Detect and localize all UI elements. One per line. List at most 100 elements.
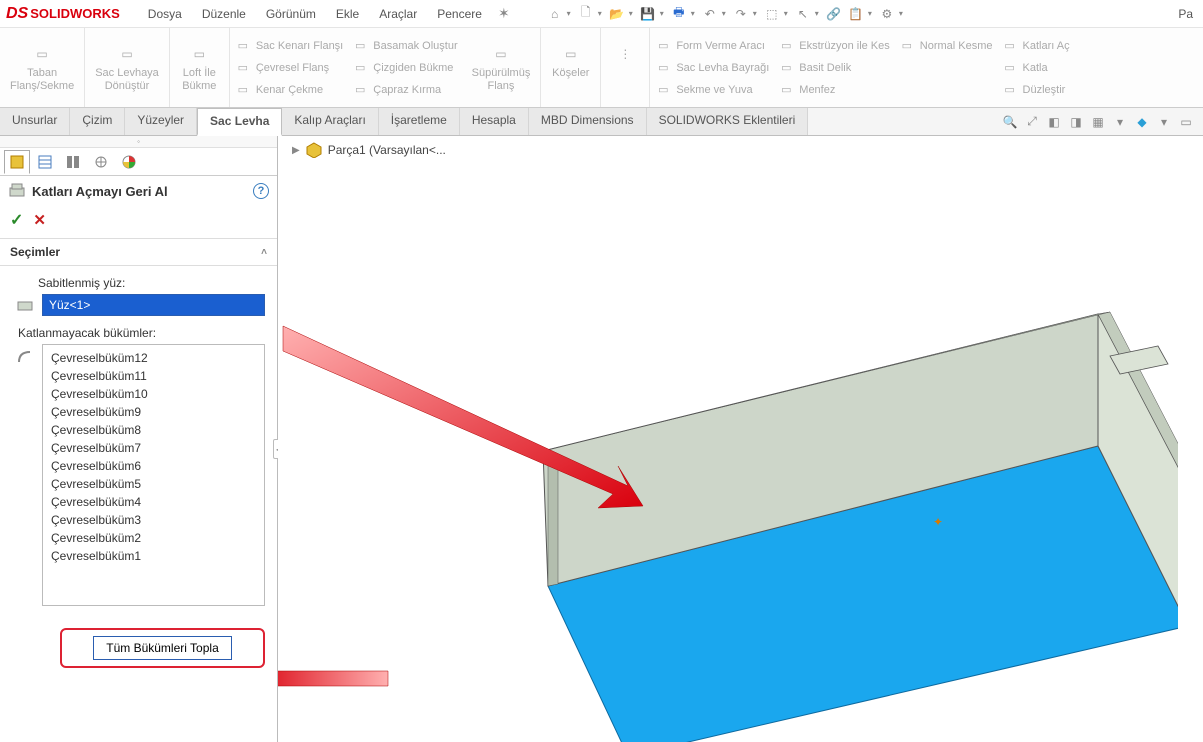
menu-file[interactable]: Dosya — [138, 3, 192, 25]
cancel-button[interactable]: ✕ — [33, 211, 46, 229]
list-item[interactable]: Çevreselbüküm11 — [47, 367, 260, 385]
panel-collapse-handle[interactable]: ◦ — [0, 136, 277, 148]
tab-features[interactable]: Unsurlar — [0, 108, 70, 135]
ribbon-unfold[interactable]: ▭Katları Aç — [997, 35, 1074, 57]
feature-tree-tab[interactable] — [4, 150, 30, 174]
ribbon-loft-bend[interactable]: ▭ Loft İleBükme — [170, 28, 230, 107]
rebuild-icon[interactable]: 📋 — [847, 5, 865, 23]
bends-listbox[interactable]: Çevreselbüküm12 Çevreselbüküm11 Çevresel… — [42, 344, 265, 606]
scene-icon[interactable]: ▾ — [1111, 113, 1129, 131]
menu-edit[interactable]: Düzenle — [192, 3, 256, 25]
ribbon-jog[interactable]: ▭Basamak Oluştur — [347, 35, 461, 57]
ribbon-extruded-cut[interactable]: ▭Ekstrüzyon ile Kes — [773, 35, 893, 57]
list-item[interactable]: Çevreselbüküm2 — [47, 529, 260, 547]
list-item[interactable]: Çevreselbüküm10 — [47, 385, 260, 403]
tab-addins[interactable]: SOLIDWORKS Eklentileri — [647, 108, 809, 135]
ribbon-fold[interactable]: ▭Katla — [997, 57, 1074, 79]
list-item[interactable]: Çevreselbüküm6 — [47, 457, 260, 475]
ribbon-swept-flange[interactable]: ▭ SüpürülmüşFlanş — [462, 28, 542, 107]
property-tab[interactable] — [32, 150, 58, 174]
ribbon-gusset[interactable]: ▭Sac Levha Bayrağı — [650, 57, 773, 79]
list-item[interactable]: Çevreselbüküm4 — [47, 493, 260, 511]
appearance-tab[interactable] — [116, 150, 142, 174]
zoom-fit-icon[interactable]: 🔍 — [1001, 113, 1019, 131]
ribbon-corners[interactable]: ▭ Köşeler — [541, 28, 601, 107]
view-orient-icon[interactable]: ◧ — [1045, 113, 1063, 131]
ribbon-normal-cut[interactable]: ▭Normal Kesme — [894, 35, 997, 57]
caret-icon[interactable]: ▾ — [691, 9, 695, 18]
list-item[interactable]: Çevreselbüküm3 — [47, 511, 260, 529]
link-icon[interactable]: 🔗 — [825, 5, 843, 23]
tab-sketch[interactable]: Çizim — [70, 108, 125, 135]
home-icon[interactable]: ⌂ — [546, 5, 564, 23]
gusset-icon: ▭ — [654, 60, 672, 76]
help-icon[interactable]: ? — [253, 183, 269, 199]
caret-icon[interactable]: ▾ — [598, 9, 602, 18]
caret-icon[interactable]: ▾ — [660, 9, 664, 18]
caret-icon[interactable]: ▾ — [868, 9, 872, 18]
appearances-icon[interactable]: ▾ — [1155, 113, 1173, 131]
redo-icon[interactable]: ↷ — [732, 5, 750, 23]
display-style-icon[interactable]: ◨ — [1067, 113, 1085, 131]
tab-surfaces[interactable]: Yüzeyler — [125, 108, 197, 135]
caret-icon[interactable]: ▾ — [815, 9, 819, 18]
menu-bar: DS SOLIDWORKS Dosya Düzenle Görünüm Ekle… — [0, 0, 1203, 28]
menu-view[interactable]: Görünüm — [256, 3, 326, 25]
decals-icon[interactable]: ▭ — [1177, 113, 1195, 131]
breadcrumb-expand-icon[interactable]: ▶ — [292, 145, 300, 156]
list-item[interactable]: Çevreselbüküm7 — [47, 439, 260, 457]
section-view-icon[interactable]: ▦ — [1089, 113, 1107, 131]
list-item[interactable]: Çevreselbüküm12 — [47, 349, 260, 367]
ribbon-convert-sheet[interactable]: ▭ Sac LevhayaDönüştür — [85, 28, 170, 107]
ribbon-edge-flange[interactable]: ▭Sac Kenarı Flanşı — [230, 35, 347, 57]
breadcrumb-part[interactable]: Parça1 (Varsayılan<... — [328, 143, 446, 157]
ribbon-base-flange[interactable]: ▭ TabanFlanş/Sekme — [0, 28, 85, 107]
fixed-face-input[interactable]: Yüz<1> — [42, 294, 265, 316]
ribbon-simple-hole[interactable]: ▭Basit Delik — [773, 57, 893, 79]
ribbon-cross-break[interactable]: ▭Çapraz Kırma — [347, 79, 461, 101]
ok-button[interactable]: ✓ — [10, 210, 23, 230]
print-icon[interactable]: 🖶 — [670, 5, 688, 23]
tab-mbd[interactable]: MBD Dimensions — [529, 108, 647, 135]
tab-markup[interactable]: İşaretleme — [379, 108, 460, 135]
collect-all-bends-button[interactable]: Tüm Bükümleri Topla — [93, 636, 232, 660]
open-icon[interactable]: 📂 — [608, 5, 626, 23]
cursor-icon[interactable]: ↖ — [794, 5, 812, 23]
shade-icon[interactable]: ◆ — [1133, 113, 1151, 131]
list-item[interactable]: Çevreselbüküm9 — [47, 403, 260, 421]
section-header[interactable]: Seçimler ˄ — [0, 238, 277, 266]
caret-icon[interactable]: ▾ — [899, 9, 903, 18]
zoom-area-icon[interactable]: ⤢ — [1023, 113, 1041, 131]
ribbon-flatten[interactable]: ▭Düzleştir — [997, 79, 1074, 101]
list-item[interactable]: Çevreselbüküm8 — [47, 421, 260, 439]
caret-icon[interactable]: ▾ — [629, 9, 633, 18]
select-icon[interactable]: ⬚ — [763, 5, 781, 23]
pin-icon[interactable]: ✶ — [492, 5, 516, 22]
settings-icon[interactable]: ⚙ — [878, 5, 896, 23]
caret-icon[interactable]: ▾ — [753, 9, 757, 18]
ribbon-forming-tool[interactable]: ▭Form Verme Aracı — [650, 35, 773, 57]
caret-icon[interactable]: ▾ — [567, 9, 571, 18]
new-icon[interactable]: 🗋 — [577, 5, 595, 23]
caret-icon[interactable]: ▾ — [784, 9, 788, 18]
config-tab[interactable] — [60, 150, 86, 174]
list-item[interactable]: Çevreselbüküm1 — [47, 547, 260, 565]
model-view[interactable]: ✦ — [398, 196, 1178, 742]
caret-icon[interactable]: ▾ — [722, 9, 726, 18]
graphics-viewport[interactable]: ▶ Parça1 (Varsayılan<... ✦ — [278, 136, 1203, 742]
menu-insert[interactable]: Ekle — [326, 3, 369, 25]
save-icon[interactable]: 💾 — [639, 5, 657, 23]
list-item[interactable]: Çevreselbüküm5 — [47, 475, 260, 493]
tab-moldtools[interactable]: Kalıp Araçları — [282, 108, 378, 135]
ribbon-hem[interactable]: ▭Kenar Çekme — [230, 79, 347, 101]
dimxpert-tab[interactable] — [88, 150, 114, 174]
tab-evaluate[interactable]: Hesapla — [460, 108, 529, 135]
ribbon-tab-slot[interactable]: ▭Sekme ve Yuva — [650, 79, 773, 101]
undo-icon[interactable]: ↶ — [701, 5, 719, 23]
ribbon-miter-flange[interactable]: ▭Çevresel Flanş — [230, 57, 347, 79]
menu-tools[interactable]: Araçlar — [369, 3, 427, 25]
tab-sheetmetal[interactable]: Sac Levha — [197, 108, 282, 136]
ribbon-vent[interactable]: ▭Menfez — [773, 79, 893, 101]
menu-window[interactable]: Pencere — [427, 3, 492, 25]
ribbon-sketched-bend[interactable]: ▭Çizgiden Bükme — [347, 57, 461, 79]
